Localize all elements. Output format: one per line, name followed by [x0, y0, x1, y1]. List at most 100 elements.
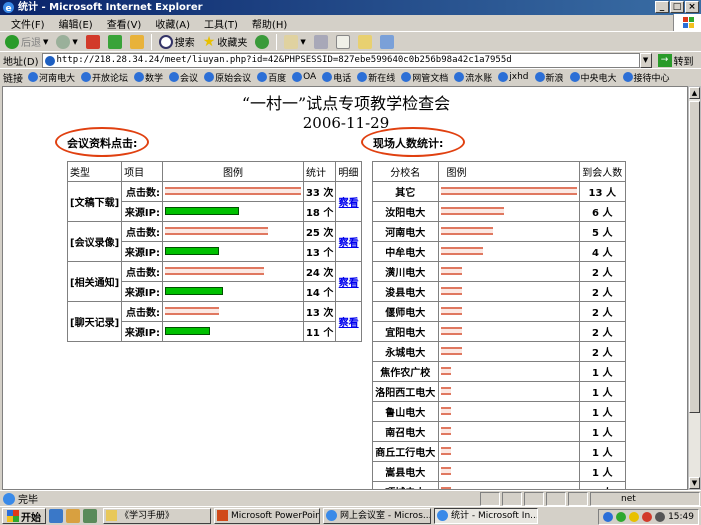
menu-bar: 文件(F) 编辑(E) 查看(V) 收藏(A) 工具(T) 帮助(H)	[0, 15, 701, 31]
count-cell: 1 人	[578, 361, 626, 382]
close-button[interactable]: ×	[685, 1, 699, 13]
menu-help[interactable]: 帮助(H)	[245, 16, 294, 31]
ie-page-icon	[569, 72, 580, 82]
chevron-down-icon: ▼	[691, 479, 698, 487]
task-statistics[interactable]: 统计 - Microsoft In...	[434, 508, 538, 524]
link-item[interactable]: 新浪	[534, 71, 564, 84]
mail-button[interactable]: ▼	[281, 33, 308, 51]
stop-button[interactable]	[83, 33, 103, 51]
refresh-icon	[107, 34, 122, 49]
link-item[interactable]: 会议	[169, 71, 198, 84]
taskbar: 开始 《学习手册》 Microsoft PowerPoin... 网上会议室 -…	[0, 506, 701, 525]
ip-unit: 个	[323, 208, 334, 219]
address-input[interactable]: http://218.28.34.24/meet/liuyan.php?id=4…	[41, 52, 640, 68]
window-titlebar[interactable]: e 统计 - Microsoft Internet Explorer _ □ ×	[0, 0, 701, 15]
link-item[interactable]: 接待中心	[622, 71, 670, 84]
address-dropdown-button[interactable]: ▼	[639, 52, 652, 68]
back-button[interactable]: 后退 ▼	[2, 33, 51, 51]
status-text: 完毕	[18, 495, 38, 506]
scroll-up-button[interactable]: ▲	[689, 87, 700, 99]
link-item[interactable]: 数学	[134, 71, 163, 84]
tray-icon[interactable]	[603, 512, 614, 522]
attendance-count: 1	[592, 368, 599, 379]
attendance-bar	[440, 207, 504, 215]
attendance-bar	[440, 307, 462, 315]
powerpoint-icon	[217, 510, 228, 521]
menu-file[interactable]: 文件(F)	[4, 16, 52, 31]
click-bar	[164, 187, 301, 195]
tray-icon[interactable]	[642, 512, 653, 522]
table-row: [聊天记录] 点击数: 13 次察看	[66, 301, 362, 342]
left-section-label: 会议资料点击:	[67, 137, 138, 150]
link-item[interactable]: 中央电大	[569, 71, 617, 84]
link-item[interactable]: 电话	[322, 71, 351, 84]
menu-edit[interactable]: 编辑(E)	[52, 16, 100, 31]
bar-cell	[161, 321, 304, 342]
scroll-down-button[interactable]: ▼	[689, 477, 700, 489]
history-button[interactable]	[252, 33, 272, 51]
link-item[interactable]: 原始会议	[204, 71, 251, 84]
attendance-unit: 人	[602, 248, 613, 259]
count-cell: 1 人	[578, 441, 626, 462]
table-row: [会议录像] 点击数: 25 次察看	[66, 221, 362, 262]
ie-page-icon	[357, 72, 368, 82]
ip-bar	[164, 287, 223, 295]
link-item[interactable]: 开放论坛	[81, 71, 128, 84]
refresh-button[interactable]	[105, 33, 125, 51]
quicklaunch-desktop-icon[interactable]	[83, 509, 97, 523]
vertical-scrollbar[interactable]: ▲ ▼	[688, 86, 701, 490]
link-item[interactable]: OA	[292, 72, 316, 82]
minimize-button[interactable]: _	[655, 1, 669, 13]
ie-page-icon	[81, 72, 92, 82]
school-name: 南召电大	[372, 421, 439, 442]
task-online-meeting[interactable]: 网上会议室 - Micros...	[323, 508, 431, 524]
task-powerpoint[interactable]: Microsoft PowerPoin...	[214, 508, 320, 524]
maximize-button[interactable]: □	[670, 1, 684, 13]
menu-view[interactable]: 查看(V)	[100, 16, 149, 31]
quicklaunch-ie-icon[interactable]	[49, 509, 63, 523]
scroll-thumb[interactable]	[689, 101, 700, 413]
ie-page-icon	[257, 72, 268, 82]
search-button[interactable]: 搜索	[156, 33, 198, 51]
home-button[interactable]	[127, 33, 147, 51]
tray-icon[interactable]	[655, 512, 666, 522]
link-item[interactable]: 网管文档	[401, 71, 448, 84]
print-button[interactable]	[311, 33, 331, 51]
link-item[interactable]: jxhd	[498, 72, 529, 82]
view-detail-link[interactable]: 察看	[339, 198, 359, 209]
attendance-count: 1	[592, 448, 599, 459]
bar-cell	[437, 341, 580, 362]
menu-tools[interactable]: 工具(T)	[197, 16, 245, 31]
view-detail-link[interactable]: 察看	[339, 238, 359, 249]
ie-page-icon	[292, 72, 303, 82]
table-row: [文稿下载] 点击数: 33 次察看	[66, 181, 362, 222]
tray-icon[interactable]	[629, 512, 640, 522]
school-name: 汝阳电大	[372, 201, 439, 222]
link-item[interactable]: 河南电大	[28, 71, 75, 84]
task-study-manual[interactable]: 《学习手册》	[103, 508, 211, 524]
view-detail-link[interactable]: 察看	[339, 278, 359, 289]
quicklaunch-outlook-icon[interactable]	[66, 509, 80, 523]
edit-button[interactable]	[333, 33, 353, 51]
discuss-button[interactable]	[355, 33, 375, 51]
attendance-count: 2	[592, 328, 599, 339]
go-button[interactable]: → 转到	[657, 53, 694, 68]
count-cell: 25 次	[302, 221, 337, 242]
view-detail-link[interactable]: 察看	[339, 318, 359, 329]
tray-icon[interactable]	[616, 512, 627, 522]
click-count: 13	[305, 308, 320, 319]
messenger-icon	[379, 34, 394, 49]
school-name: 宜阳电大	[372, 321, 439, 342]
edit-icon	[335, 34, 350, 49]
forward-button[interactable]: ▼	[53, 33, 80, 51]
menu-favorites[interactable]: 收藏(A)	[148, 16, 197, 31]
favorites-button[interactable]: ★ 收藏夹	[200, 33, 251, 51]
messenger-button[interactable]	[377, 33, 397, 51]
link-item[interactable]: 流水账	[454, 71, 492, 84]
link-item[interactable]: 新在线	[357, 71, 395, 84]
link-item[interactable]: 百度	[257, 71, 286, 84]
count-cell: 1 人	[578, 401, 626, 422]
start-button[interactable]: 开始	[2, 508, 46, 524]
count-cell: 13 个	[302, 241, 337, 262]
ip-bar	[164, 207, 239, 215]
